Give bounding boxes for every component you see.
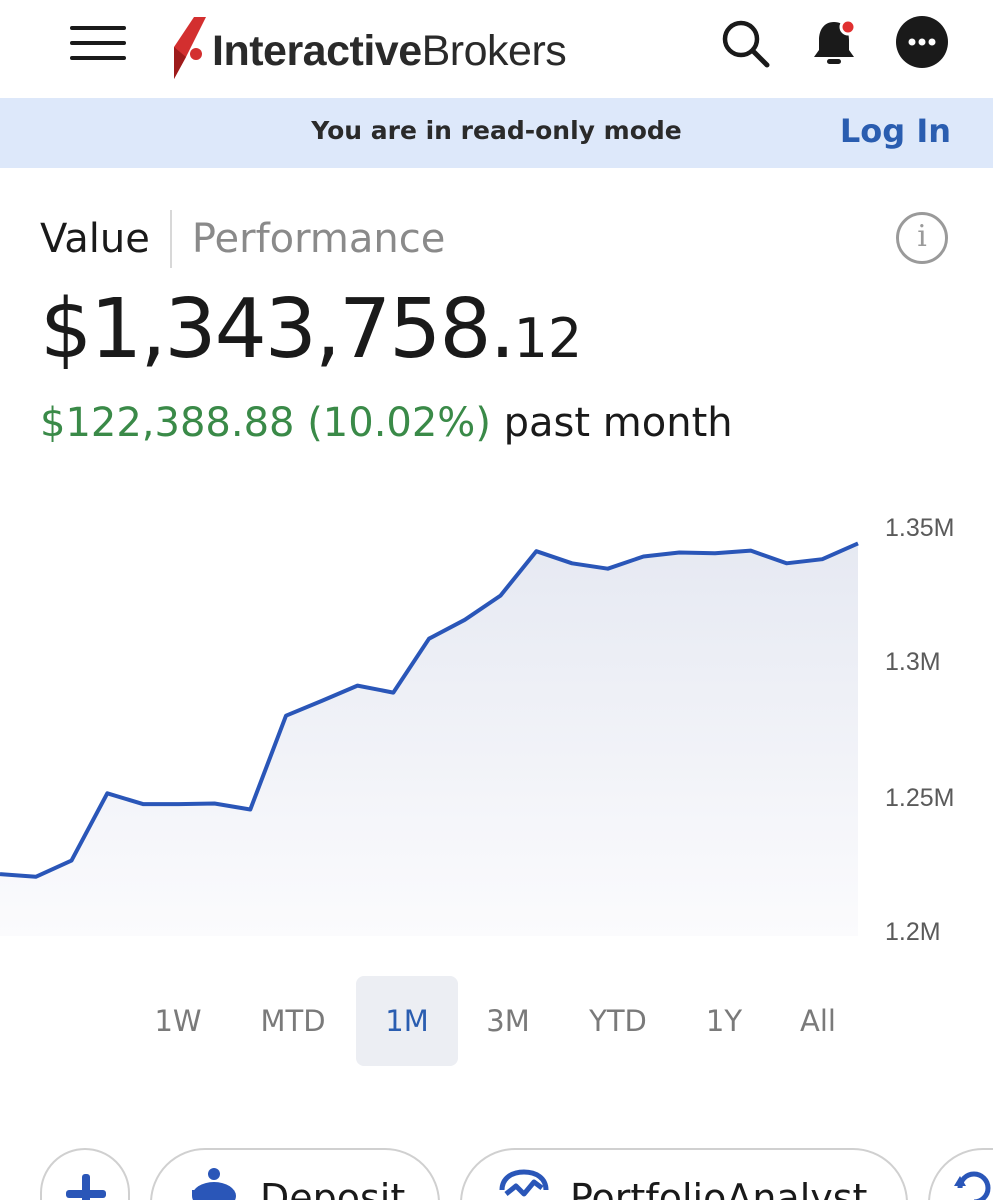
portfolio-value: $1,343,758.12 — [40, 282, 582, 377]
more-actions-button[interactable] — [928, 1148, 993, 1200]
range-3m[interactable]: 3M — [472, 976, 544, 1066]
add-button[interactable] — [40, 1148, 130, 1200]
portfolio-value-cents: 12 — [513, 307, 583, 370]
menu-icon[interactable] — [70, 26, 126, 60]
change-amount: $122,388.88 (10.02%) — [40, 400, 491, 446]
read-only-banner: You are in read-only mode Log In — [0, 98, 993, 168]
tab-value[interactable]: Value — [40, 216, 150, 262]
more-icon[interactable] — [894, 14, 950, 70]
y-tick-label: 1.2M — [885, 918, 941, 946]
range-mtd[interactable]: MTD — [248, 976, 338, 1066]
y-tick-label: 1.3M — [885, 648, 941, 676]
range-1y[interactable]: 1Y — [690, 976, 758, 1066]
toggle-divider — [169, 210, 172, 268]
info-icon[interactable]: i — [896, 212, 948, 264]
y-tick-label: 1.25M — [885, 784, 955, 812]
logo-text: InteractiveBrokers — [212, 26, 567, 76]
portfolio-change: $122,388.88 (10.02%) past month — [40, 400, 733, 446]
plus-icon — [66, 1174, 106, 1200]
logo-mark-icon — [174, 17, 206, 79]
portfolio-value-main: $1,343,758. — [40, 282, 516, 377]
refresh-icon — [954, 1171, 991, 1200]
action-bar: Deposit PortfolioAnalyst — [0, 1148, 993, 1200]
chart-area-fill — [0, 543, 858, 936]
app-header: InteractiveBrokers — [0, 0, 993, 98]
analytics-icon — [499, 1169, 549, 1197]
range-ytd[interactable]: YTD — [576, 976, 660, 1066]
range-1w[interactable]: 1W — [140, 976, 216, 1066]
tab-performance[interactable]: Performance — [192, 216, 445, 262]
portfolio-analyst-button[interactable]: PortfolioAnalyst — [460, 1148, 908, 1200]
logo-text-regular: Brokers — [421, 26, 567, 75]
portfolio-analyst-label: PortfolioAnalyst — [570, 1176, 868, 1200]
change-period: past month — [503, 400, 733, 446]
range-1m[interactable]: 1M — [356, 976, 458, 1066]
brand-logo[interactable]: InteractiveBrokers — [170, 12, 567, 84]
y-tick-label: 1.35M — [885, 514, 955, 542]
chart-canvas — [0, 541, 859, 936]
range-selector: 1W MTD 1M 3M YTD 1Y All — [0, 976, 993, 1066]
deposit-button[interactable]: Deposit — [150, 1148, 440, 1200]
logo-text-bold: Interactive — [212, 26, 422, 75]
value-chart[interactable]: 1.35M 1.3M 1.25M 1.2M — [0, 500, 993, 950]
search-icon[interactable] — [716, 14, 772, 70]
piggy-bank-icon — [192, 1168, 236, 1200]
range-all[interactable]: All — [788, 976, 848, 1066]
deposit-label: Deposit — [260, 1176, 406, 1200]
view-toggle: Value Performance — [40, 210, 445, 268]
login-link[interactable]: Log In — [840, 112, 951, 150]
bell-icon[interactable] — [806, 14, 862, 70]
